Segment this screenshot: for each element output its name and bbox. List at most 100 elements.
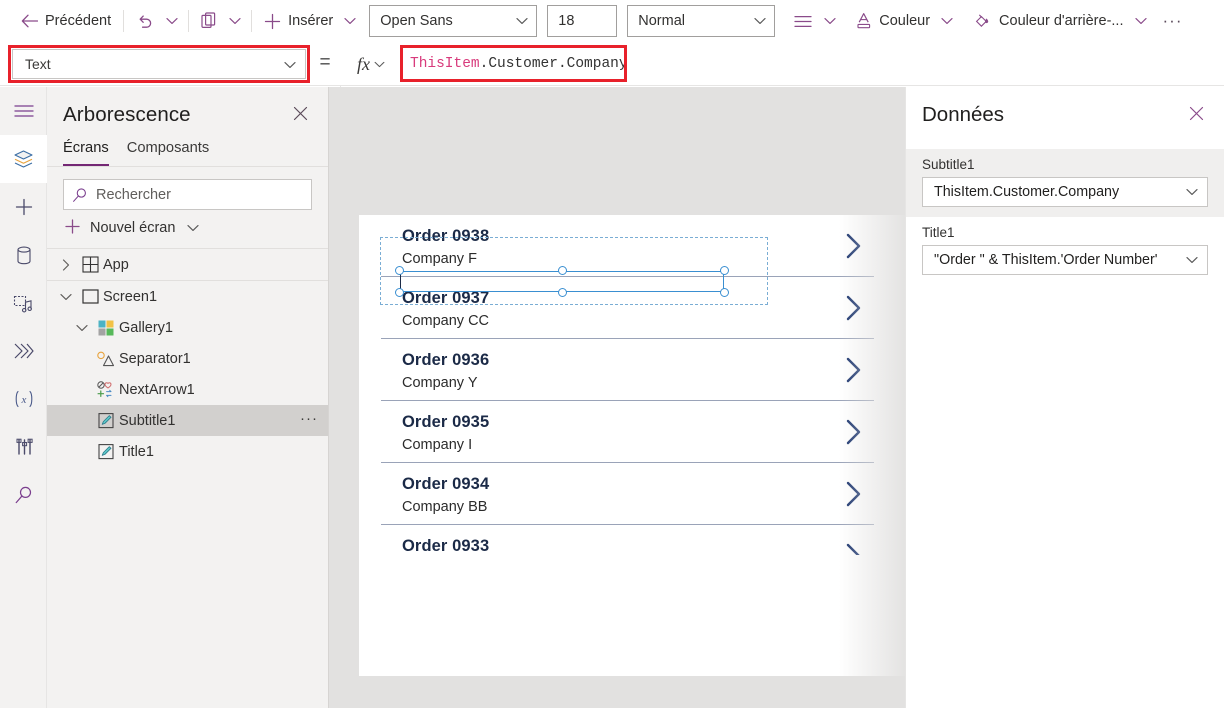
chevron-down-icon bbox=[754, 13, 766, 29]
font-color-button[interactable]: Couleur bbox=[849, 5, 960, 37]
chevron-right-icon[interactable] bbox=[844, 479, 864, 514]
chevron-right-icon[interactable] bbox=[844, 541, 864, 555]
gallery-row-subtitle[interactable]: Company CC bbox=[402, 313, 489, 329]
plus-icon bbox=[65, 219, 80, 237]
tab-ecrans[interactable]: Écrans bbox=[63, 140, 109, 166]
chevron-right-icon[interactable] bbox=[844, 355, 864, 390]
tree-node-label: Title1 bbox=[119, 443, 154, 460]
undo-button[interactable] bbox=[129, 5, 161, 37]
property-select[interactable]: Text bbox=[12, 49, 306, 79]
back-button[interactable]: Précédent bbox=[14, 5, 118, 37]
paste-button[interactable] bbox=[194, 5, 224, 37]
data-panel-header: Données bbox=[906, 87, 1224, 127]
data-field-value: ThisItem.Customer.Company bbox=[934, 184, 1120, 200]
equals-sign: = bbox=[319, 52, 331, 73]
font-family-select[interactable]: Open Sans bbox=[369, 5, 538, 37]
font-size-input[interactable]: 18 bbox=[547, 5, 618, 37]
gallery-row[interactable]: Order 0933 bbox=[381, 525, 874, 587]
gallery-row[interactable]: Order 0936 Company Y bbox=[381, 339, 874, 401]
sidebar-item-tools[interactable] bbox=[0, 423, 47, 471]
insert-label: Insérer bbox=[288, 13, 334, 29]
chevron-down-icon bbox=[941, 17, 953, 25]
undo-dropdown[interactable] bbox=[161, 5, 183, 37]
label-pencil-icon bbox=[93, 443, 119, 460]
sidebar-item-media[interactable] bbox=[0, 279, 47, 327]
gallery-row-title[interactable]: Order 0937 bbox=[402, 289, 489, 308]
gallery-row-subtitle[interactable]: Company BB bbox=[402, 499, 487, 515]
sidebar-item-data[interactable] bbox=[0, 231, 47, 279]
search-input[interactable] bbox=[96, 186, 303, 203]
chevron-down-icon bbox=[166, 17, 178, 25]
gallery-row-subtitle[interactable]: Company Y bbox=[402, 375, 478, 391]
insert-button[interactable]: Insérer bbox=[257, 5, 363, 37]
tree-node-gallery1[interactable]: Gallery1 bbox=[47, 312, 328, 343]
fx-label: fx bbox=[357, 53, 370, 74]
chevron-down-icon[interactable] bbox=[71, 324, 93, 332]
gallery-row-subtitle[interactable]: Company F bbox=[402, 251, 477, 267]
canvas-area[interactable]: Order 0938 Company F Order 0937 Company … bbox=[329, 87, 905, 708]
chevron-right-icon[interactable] bbox=[55, 258, 77, 271]
tree-node-overflow-button[interactable]: ··· bbox=[300, 411, 318, 430]
close-icon[interactable] bbox=[1185, 104, 1208, 126]
chevron-down-icon[interactable] bbox=[55, 293, 77, 301]
paste-dropdown[interactable] bbox=[224, 5, 246, 37]
chevron-right-icon[interactable] bbox=[844, 417, 864, 452]
sidebar-item-insert[interactable] bbox=[0, 183, 47, 231]
toolbar-overflow-button[interactable]: ··· bbox=[1158, 5, 1188, 37]
font-size-value: 18 bbox=[558, 13, 575, 29]
close-icon[interactable] bbox=[289, 104, 312, 126]
tree-panel-tabs: Écrans Composants bbox=[47, 127, 328, 167]
gallery1[interactable]: Order 0938 Company F Order 0937 Company … bbox=[359, 215, 905, 587]
fx-button[interactable]: fx bbox=[348, 49, 394, 79]
align-lines-icon bbox=[794, 15, 812, 28]
text-align-button[interactable] bbox=[787, 5, 819, 37]
gallery-row[interactable]: Order 0938 Company F bbox=[381, 215, 874, 277]
text-align-dropdown[interactable] bbox=[819, 5, 841, 37]
tree-view-panel: Arborescence Écrans Composants Nouvel éc… bbox=[47, 87, 329, 708]
arrow-left-icon bbox=[21, 14, 38, 28]
screen-rect-icon bbox=[77, 289, 103, 304]
data-field-select[interactable]: ThisItem.Customer.Company bbox=[922, 177, 1208, 207]
tools-icon bbox=[15, 437, 33, 457]
hamburger-menu-button[interactable] bbox=[0, 87, 47, 135]
fill-color-button[interactable]: Couleur d'arrière-... bbox=[966, 5, 1153, 37]
chevron-right-icon[interactable] bbox=[844, 293, 864, 328]
label-pencil-icon bbox=[93, 412, 119, 429]
chevron-down-icon bbox=[1186, 184, 1198, 200]
gallery-row[interactable]: Order 0935 Company I bbox=[381, 401, 874, 463]
tree-node-nextarrow1[interactable]: NextArrow1 bbox=[47, 374, 328, 405]
sidebar-item-power-automate[interactable] bbox=[0, 327, 47, 375]
gallery-row[interactable]: Order 0934 Company BB bbox=[381, 463, 874, 525]
tree-node-subtitle1[interactable]: Subtitle1 ··· bbox=[47, 405, 328, 436]
gallery-row-title[interactable]: Order 0934 bbox=[402, 475, 489, 494]
chevron-right-icon[interactable] bbox=[844, 231, 864, 266]
data-field-select[interactable]: "Order " & ThisItem.'Order Number' bbox=[922, 245, 1208, 275]
font-weight-select[interactable]: Normal bbox=[627, 5, 776, 37]
gallery-row-title[interactable]: Order 0933 bbox=[402, 537, 489, 556]
plus-icon bbox=[264, 13, 281, 30]
gallery-row-subtitle[interactable]: Company I bbox=[402, 437, 472, 453]
gallery-row-title[interactable]: Order 0938 bbox=[402, 227, 489, 246]
sidebar-item-tree-view[interactable] bbox=[0, 135, 47, 183]
gallery-row[interactable]: Order 0937 Company CC bbox=[381, 277, 874, 339]
gallery-row-title[interactable]: Order 0936 bbox=[402, 351, 489, 370]
gallery-row-title[interactable]: Order 0935 bbox=[402, 413, 489, 432]
sidebar-item-variables[interactable]: x bbox=[0, 375, 47, 423]
tree-node-title1[interactable]: Title1 bbox=[47, 436, 328, 467]
data-field-label: Subtitle1 bbox=[922, 157, 975, 172]
font-color-icon bbox=[856, 12, 872, 30]
formula-input[interactable]: ThisItem .Customer.Company bbox=[404, 49, 1222, 79]
new-screen-button[interactable]: Nouvel écran bbox=[47, 210, 328, 249]
tree-node-label: NextArrow1 bbox=[119, 381, 195, 398]
tree-search-box[interactable] bbox=[63, 179, 312, 210]
divider bbox=[251, 10, 253, 32]
tree-node-separator1[interactable]: Separator1 bbox=[47, 343, 328, 374]
divider bbox=[123, 10, 125, 32]
tree-node-screen1[interactable]: Screen1 bbox=[47, 281, 328, 312]
tab-composants[interactable]: Composants bbox=[127, 140, 209, 166]
sidebar-item-search[interactable] bbox=[0, 471, 47, 519]
tree-panel-title: Arborescence bbox=[63, 103, 191, 126]
tree-node-app[interactable]: App bbox=[47, 249, 328, 280]
app-screen-canvas[interactable]: Order 0938 Company F Order 0937 Company … bbox=[359, 215, 905, 676]
media-icon bbox=[13, 294, 34, 313]
